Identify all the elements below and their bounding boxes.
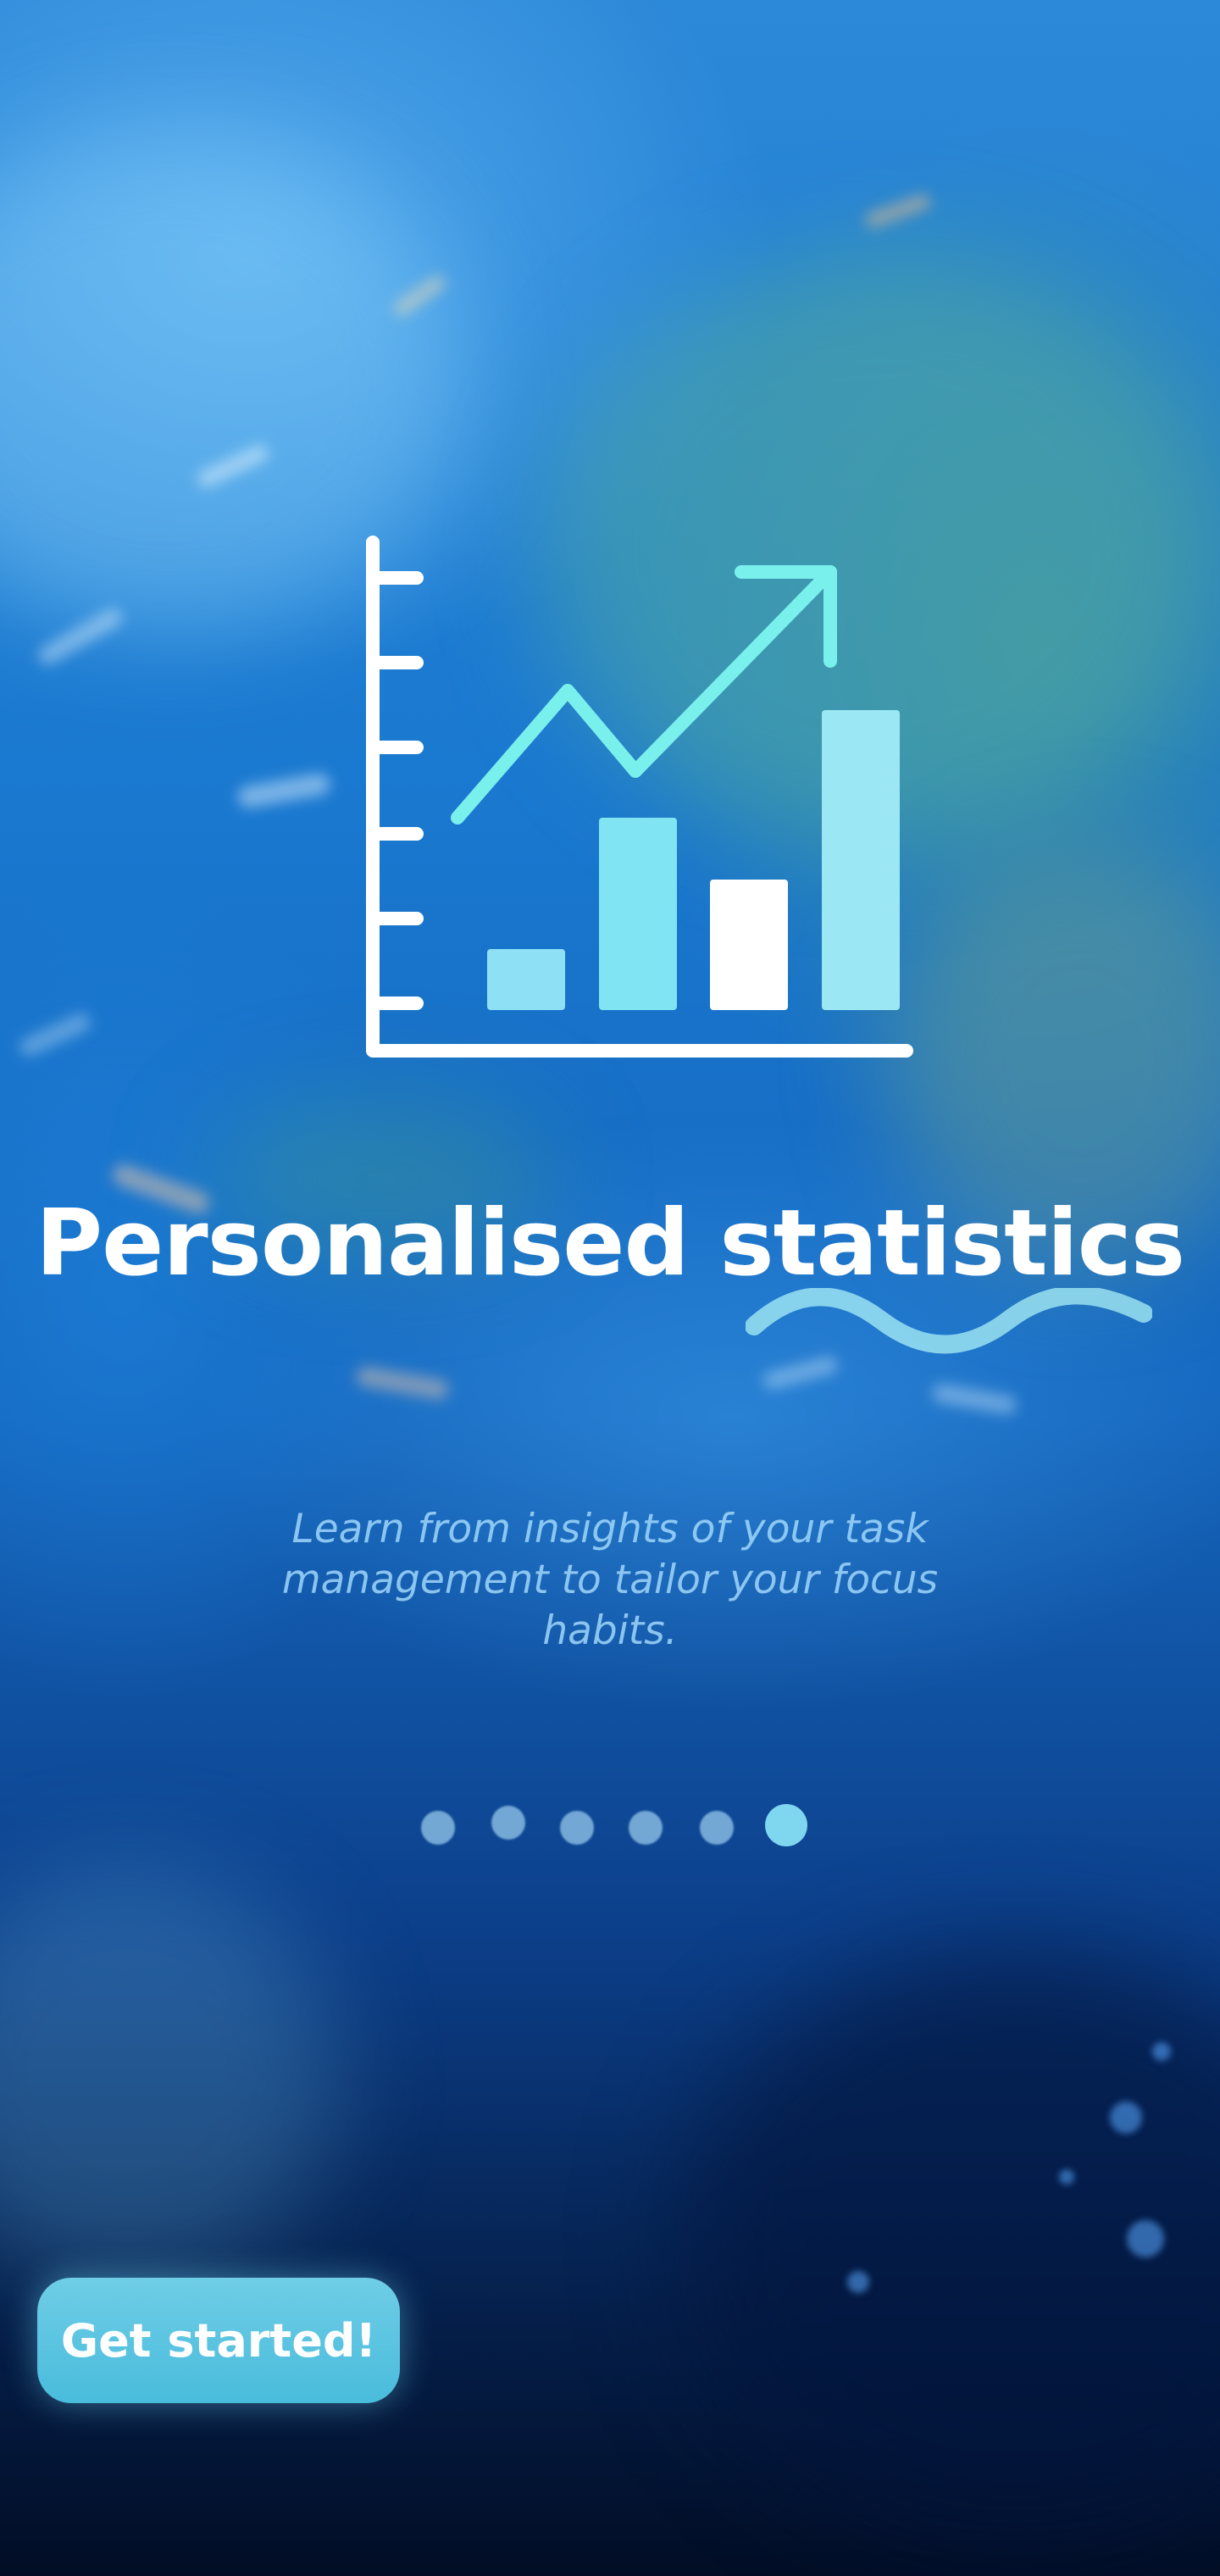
pager-dot-1[interactable]	[421, 1811, 455, 1845]
pager-dot-4[interactable]	[629, 1811, 663, 1845]
page-title-highlight: statistics	[719, 1191, 1185, 1296]
get-started-button[interactable]: Get started!	[37, 2278, 400, 2403]
pager-dot-6-active[interactable]	[765, 1804, 807, 1846]
pager-dot-5[interactable]	[700, 1811, 734, 1845]
pager-dot-2[interactable]	[491, 1806, 525, 1840]
pager-dot-3[interactable]	[560, 1811, 594, 1845]
squiggle-underline-icon	[746, 1288, 1152, 1354]
statistics-chart-icon	[366, 536, 913, 1058]
page-title-part-1: Personalised	[35, 1191, 720, 1296]
page-title: Personalised statistics	[0, 1191, 1220, 1296]
description-text: Learn from insights of your task managem…	[281, 1506, 939, 1654]
pagination-indicator	[0, 1803, 1220, 1846]
